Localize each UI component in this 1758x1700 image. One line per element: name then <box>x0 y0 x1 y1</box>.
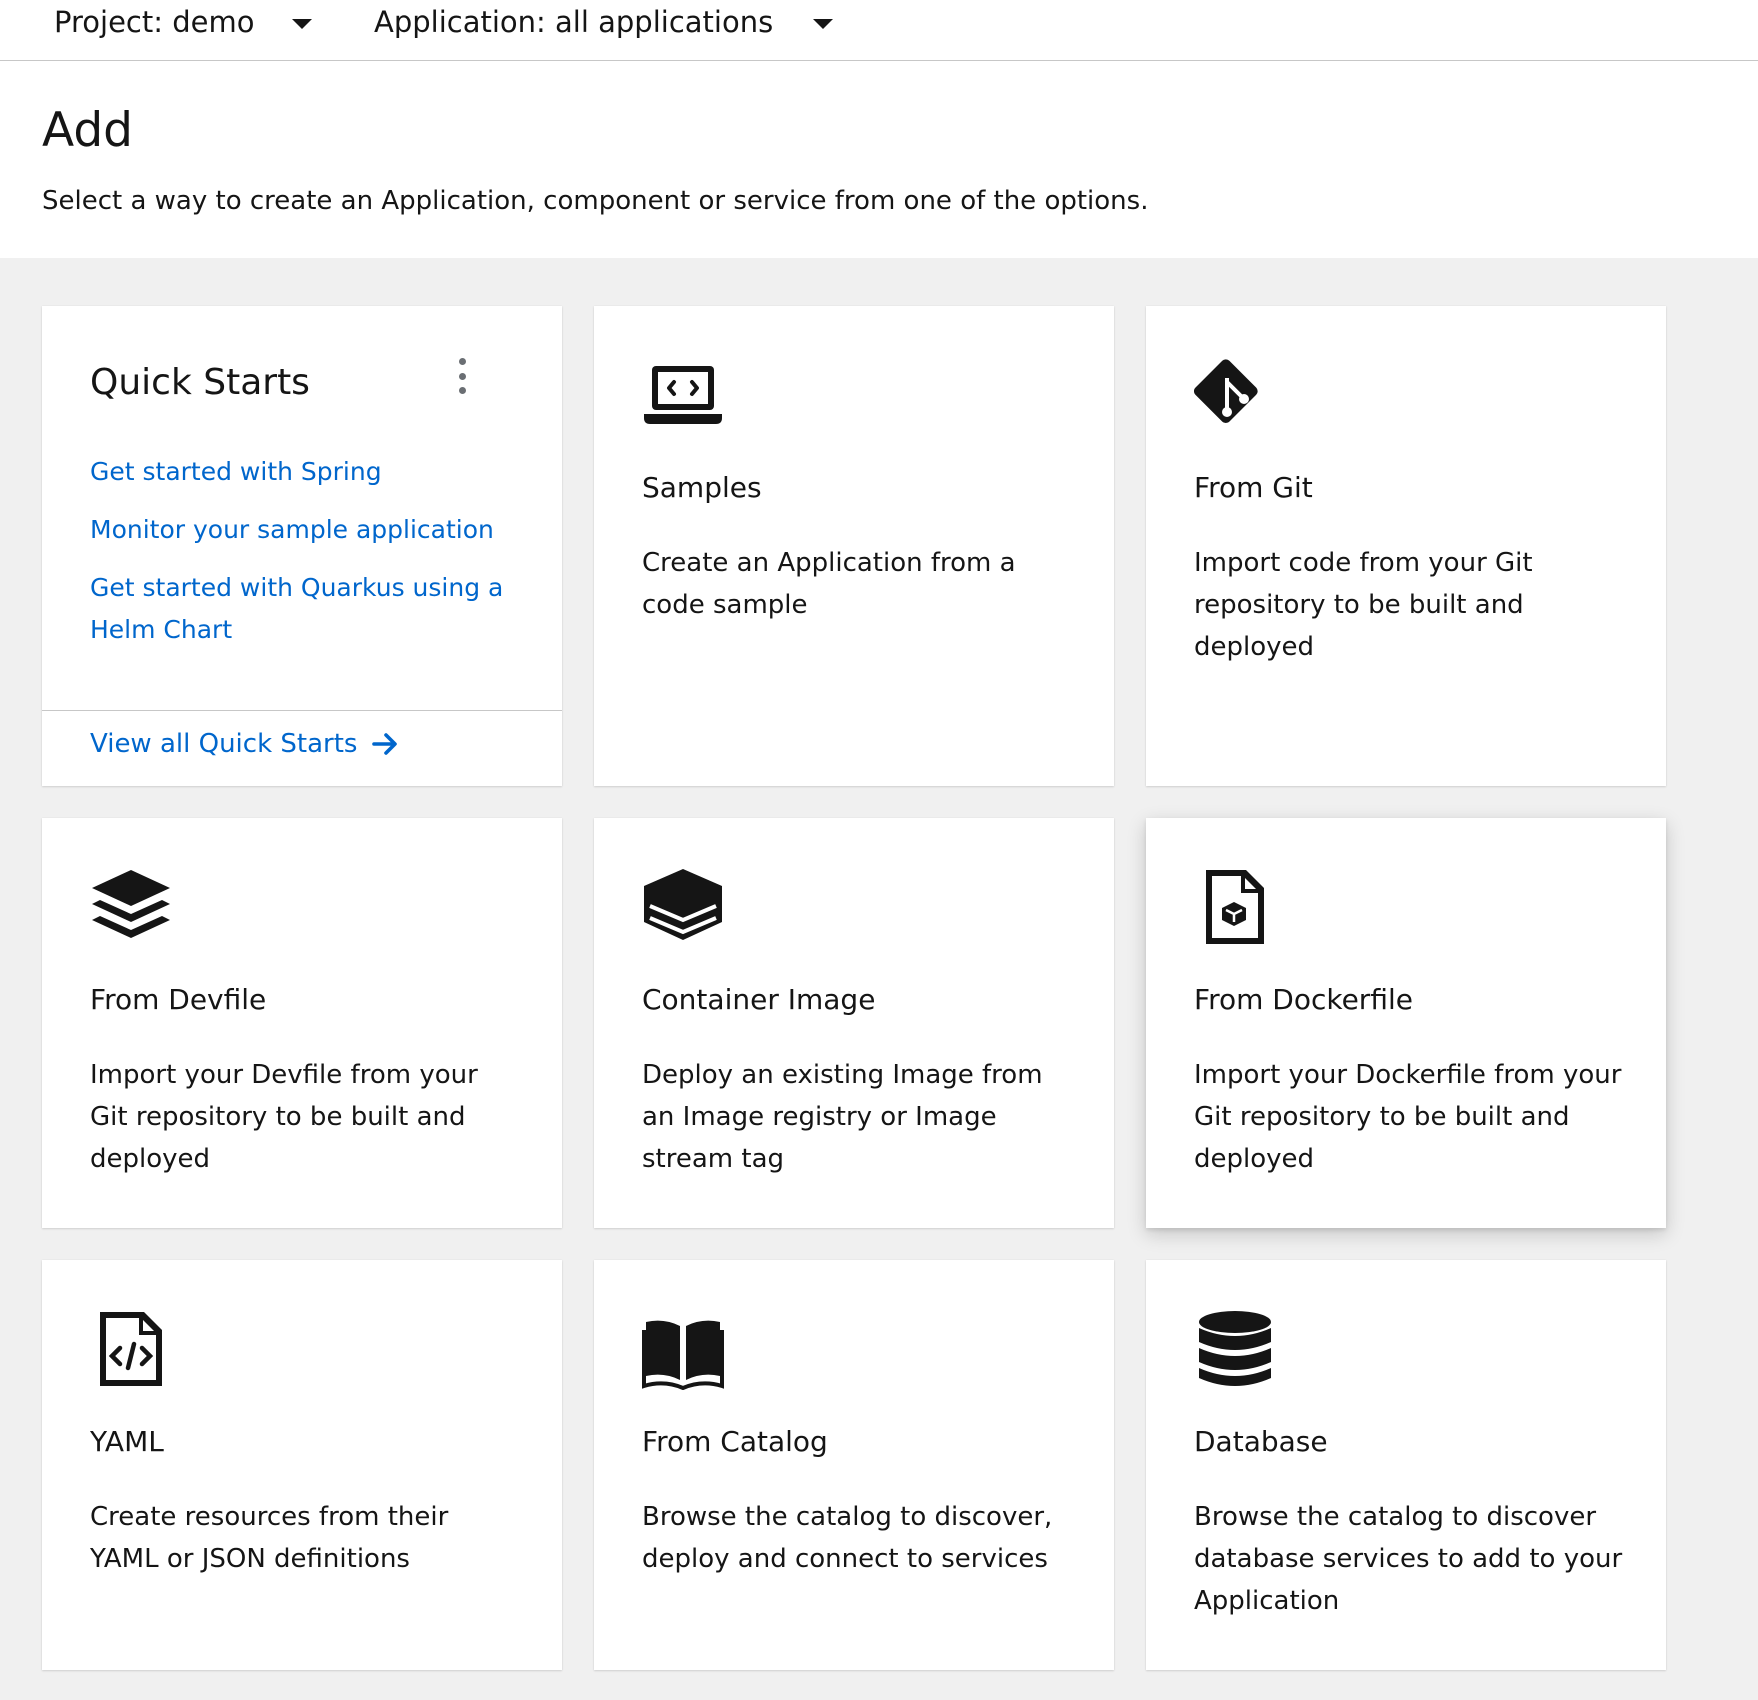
view-all-quick-starts-link[interactable]: View all Quick Starts <box>90 729 399 759</box>
page-description: Select a way to create an Application, c… <box>42 186 1149 216</box>
caret-down-icon <box>813 19 834 29</box>
container-image-icon <box>642 866 724 948</box>
samples-card[interactable]: Samples Create an Application from a cod… <box>594 306 1114 786</box>
from-catalog-card[interactable]: From Catalog Browse the catalog to disco… <box>594 1260 1114 1670</box>
quick-starts-title: Quick Starts <box>90 362 310 403</box>
yaml-card[interactable]: YAML Create resources from their YAML or… <box>42 1260 562 1670</box>
list-item: Get started with Spring <box>90 451 510 493</box>
container-image-card[interactable]: Container Image Deploy an existing Image… <box>594 818 1114 1228</box>
quick-start-link-spring[interactable]: Get started with Spring <box>90 457 382 486</box>
kebab-menu-icon[interactable] <box>450 358 474 394</box>
from-dockerfile-title: From Dockerfile <box>1194 983 1413 1016</box>
quick-starts-card: Quick Starts Get started with Spring Mon… <box>42 306 562 786</box>
application-dropdown-label: Application: all applications <box>374 5 774 39</box>
caret-down-icon <box>292 19 313 29</box>
page-title: Add <box>42 103 133 158</box>
from-dockerfile-card[interactable]: From Dockerfile Import your Dockerfile f… <box>1146 818 1666 1228</box>
container-image-description: Deploy an existing Image from an Image r… <box>642 1060 1043 1174</box>
context-bar: Project: demo Application: all applicati… <box>0 0 1758 61</box>
from-git-card[interactable]: From Git Import code from your Git repos… <box>1146 306 1666 786</box>
from-catalog-description: Browse the catalog to discover, deploy a… <box>642 1502 1053 1574</box>
dockerfile-icon <box>1194 866 1276 948</box>
yaml-title: YAML <box>90 1425 164 1458</box>
quick-starts-footer: View all Quick Starts <box>42 710 562 786</box>
quick-start-link-monitor[interactable]: Monitor your sample application <box>90 515 494 544</box>
from-git-title: From Git <box>1194 471 1313 504</box>
database-description: Browse the catalog to discover database … <box>1194 1502 1623 1616</box>
from-git-description: Import code from your Git repository to … <box>1194 548 1533 662</box>
from-catalog-title: From Catalog <box>642 1425 828 1458</box>
layers-icon <box>90 866 172 948</box>
samples-description: Create an Application from a code sample <box>642 548 1016 620</box>
project-dropdown-label: Project: demo <box>54 5 255 39</box>
yaml-description: Create resources from their YAML or JSON… <box>90 1502 449 1574</box>
database-title: Database <box>1194 1425 1328 1458</box>
quick-start-link-quarkus[interactable]: Get started with Quarkus using a Helm Ch… <box>90 573 503 644</box>
quick-starts-list: Get started with Spring Monitor your sam… <box>90 451 510 667</box>
project-dropdown[interactable]: Project: demo <box>54 0 313 44</box>
page-heading: Add Select a way to create an Applicatio… <box>0 61 1758 259</box>
git-icon <box>1194 354 1276 436</box>
book-icon <box>642 1308 724 1390</box>
from-dockerfile-description: Import your Dockerfile from your Git rep… <box>1194 1060 1622 1174</box>
from-devfile-card[interactable]: From Devfile Import your Devfile from yo… <box>42 818 562 1228</box>
view-all-quick-starts-label: View all Quick Starts <box>90 729 358 759</box>
database-card[interactable]: Database Browse the catalog to discover … <box>1146 1260 1666 1670</box>
database-icon <box>1194 1308 1276 1390</box>
add-options-grid: Quick Starts Get started with Spring Mon… <box>0 258 1758 1700</box>
container-image-title: Container Image <box>642 983 876 1016</box>
laptop-code-icon <box>642 354 724 436</box>
from-devfile-description: Import your Devfile from your Git reposi… <box>90 1060 478 1174</box>
list-item: Monitor your sample application <box>90 509 510 551</box>
arrow-right-icon <box>371 730 399 758</box>
from-devfile-title: From Devfile <box>90 983 267 1016</box>
list-item: Get started with Quarkus using a Helm Ch… <box>90 567 510 651</box>
application-dropdown[interactable]: Application: all applications <box>374 0 834 44</box>
samples-title: Samples <box>642 471 762 504</box>
file-code-icon <box>90 1308 172 1390</box>
